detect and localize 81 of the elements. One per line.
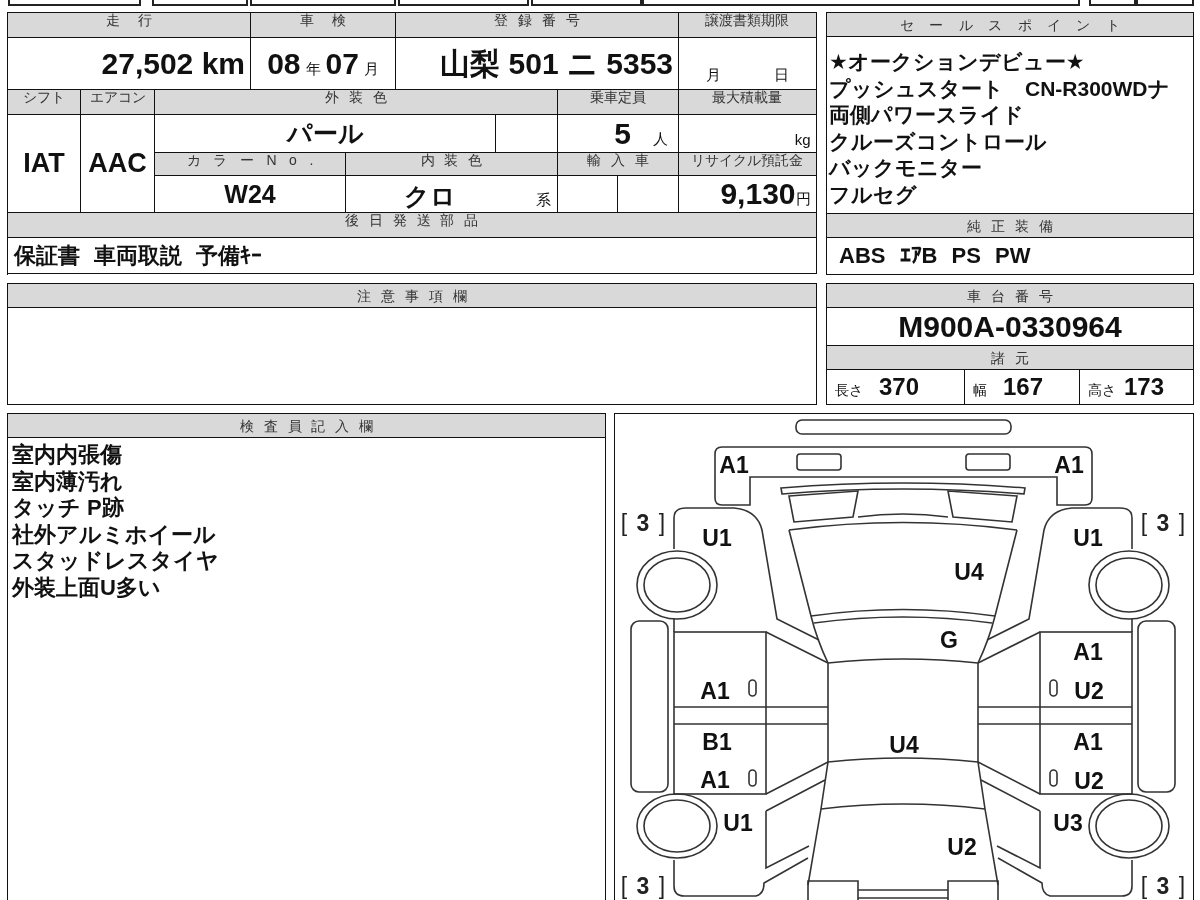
damage-code: A1 <box>700 768 730 792</box>
spec-label: 幅 <box>973 383 987 397</box>
damage-code: A1 <box>1073 730 1103 754</box>
field-label: 注意事項欄 <box>8 284 816 308</box>
tire-grade: [ 3 ] <box>1140 874 1186 898</box>
field-label: カラーNo. <box>155 153 346 176</box>
mileage-value: 27,502 km <box>101 48 245 79</box>
field-label: リサイクル預託金 <box>679 153 817 176</box>
damage-code: U2 <box>1074 769 1104 793</box>
tire-grade: [ 3 ] <box>620 874 666 898</box>
year-unit: 年 <box>305 60 321 76</box>
color-number: W24 <box>224 181 276 207</box>
recycling-fee-value: 9,130 <box>720 179 796 209</box>
capacity-value: 5 <box>614 118 631 149</box>
damage-code: U4 <box>954 560 984 584</box>
field-label: 輸入車 <box>558 153 679 176</box>
day-unit: 日 <box>773 67 789 82</box>
spec-value: 173 <box>1124 375 1165 399</box>
field-label: シフト <box>8 90 81 115</box>
spec-value: 167 <box>1003 375 1044 399</box>
sales-point-text: プッシュスタート CN-R300WDナ <box>829 75 1171 102</box>
sales-point-text: バックモニター <box>829 155 983 181</box>
inspector-note-text: スタッドレスタイヤ <box>12 548 220 575</box>
inspector-note-text: 社外アルミホイール <box>12 521 217 549</box>
ac-value: AAC <box>88 150 147 177</box>
damage-code: U2 <box>1074 679 1104 703</box>
interior-color-value: クロ <box>403 184 457 209</box>
field-label: 検査員記入欄 <box>8 414 605 438</box>
tire-grade: [ 3 ] <box>1140 511 1186 535</box>
field-label: 諸元 <box>827 346 1193 370</box>
sales-point-text: フルセグ <box>829 181 918 208</box>
parts-list-text: 保証書 車両取説 予備ｷｰ <box>14 244 263 267</box>
damage-code: U4 <box>889 733 919 757</box>
sales-point-text: クルーズコントロール <box>829 128 1048 155</box>
field-label: エアコン <box>81 90 155 115</box>
field-label: セールスポイント <box>827 13 1193 37</box>
month-unit: 月 <box>363 60 379 76</box>
damage-code: A1 <box>1073 640 1103 664</box>
inspector-note-text: 外装上面U多い <box>12 574 162 602</box>
field-label: 内装色 <box>346 153 558 176</box>
field-label: 外装色 <box>155 90 558 115</box>
exterior-color-value: パール <box>286 121 364 146</box>
field-label: 譲渡書類期限 <box>679 13 817 38</box>
damage-code: B1 <box>702 730 732 754</box>
damage-code: G <box>940 628 958 652</box>
field-label: 走行 <box>8 13 251 38</box>
inspection-year: 08 <box>267 48 301 79</box>
load-unit: kg <box>794 132 811 147</box>
damage-code: A1 <box>719 453 749 477</box>
field-label: 純正装備 <box>827 214 1193 238</box>
sales-point-text: ★オークションデビュー★ <box>829 49 1086 75</box>
tire-grade: [ 3 ] <box>620 511 666 535</box>
field-label: 乗車定員 <box>558 90 679 115</box>
color-suffix: 系 <box>536 192 551 207</box>
damage-code: U1 <box>702 526 732 550</box>
registration-number: 山梨 501 ニ 5353 <box>440 48 673 79</box>
damage-code: U3 <box>1053 811 1083 835</box>
field-label: 最大積載量 <box>679 90 817 115</box>
inspection-month: 07 <box>325 48 359 79</box>
inspector-note-text: 室内薄汚れ <box>12 468 124 496</box>
field-label: 登録番号 <box>396 13 679 38</box>
field-label: 後日発送部品 <box>8 213 817 238</box>
spec-value: 370 <box>879 375 920 399</box>
field-label: 車台番号 <box>827 284 1193 308</box>
month-unit: 月 <box>705 67 721 82</box>
damage-code: A1 <box>700 679 730 703</box>
inspector-note-text: タッチ P跡 <box>12 495 125 522</box>
sales-point-text: 両側パワースライド <box>829 102 1025 128</box>
damage-code: U1 <box>1073 526 1103 550</box>
yen-unit: 円 <box>795 191 811 206</box>
damage-code: U1 <box>723 811 753 835</box>
inspector-note-text: 室内内張傷 <box>12 442 123 469</box>
capacity-unit: 人 <box>653 130 668 146</box>
equipment-text: ABS ｴｱB PS PW <box>839 245 1031 267</box>
field-label: 車検 <box>251 13 396 38</box>
damage-code: U2 <box>947 835 977 859</box>
damage-code: A1 <box>1054 453 1084 477</box>
spec-label: 高さ <box>1088 383 1116 397</box>
shift-value: IAT <box>23 150 65 177</box>
chassis-number: M900A-0330964 <box>898 311 1122 342</box>
spec-label: 長さ <box>835 383 863 397</box>
